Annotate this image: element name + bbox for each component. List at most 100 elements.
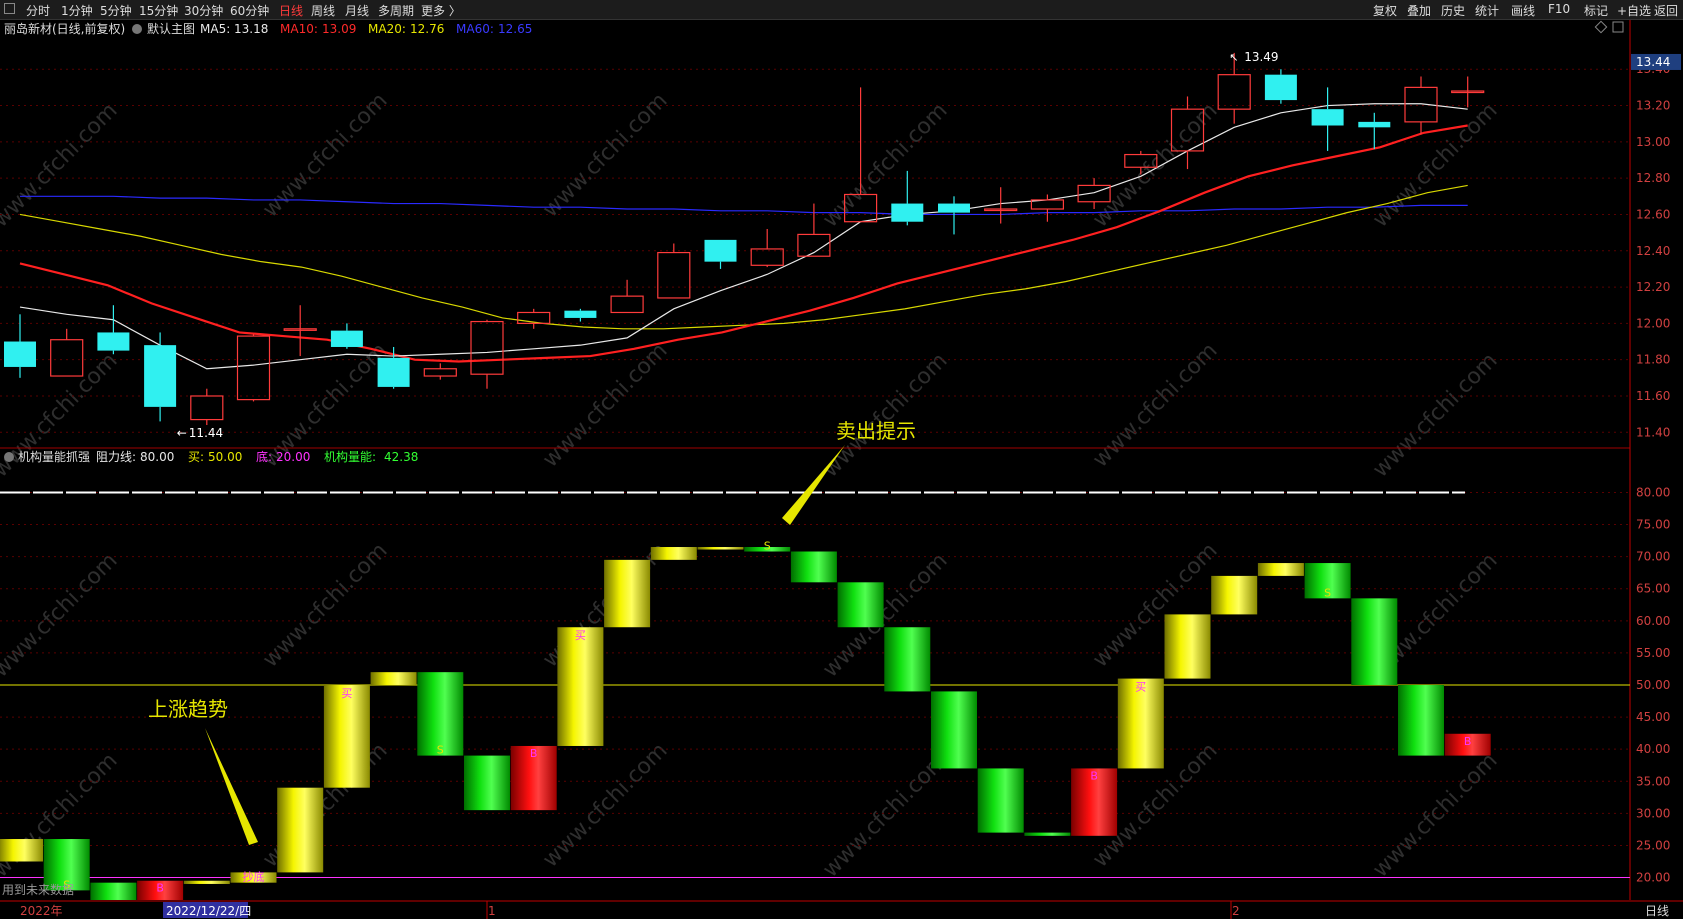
energy-block-yellow	[0, 839, 43, 862]
time-axis-cursor-date: 2022/12/22/四	[166, 904, 251, 918]
price-tick-label: 11.40	[1636, 425, 1670, 439]
current-price-label: 13.44	[1636, 55, 1670, 69]
toolbar-tab-8[interactable]: 月线	[345, 2, 369, 19]
candle-body-up	[50, 339, 84, 377]
energy-block-green	[1398, 685, 1444, 756]
candle-body-down	[1264, 74, 1297, 101]
price-tick-label: 12.40	[1636, 244, 1670, 258]
signal-label-buy: B	[1090, 769, 1098, 782]
signal-label-buy: B	[530, 747, 538, 760]
toolbar-right-5[interactable]: F10	[1548, 2, 1570, 16]
time-axis-year: 2022年	[20, 904, 63, 918]
toolbar-tab-6[interactable]: 日线	[279, 2, 303, 19]
toolbar-right-6[interactable]: 标记	[1584, 2, 1608, 19]
energy-block-green	[90, 882, 137, 900]
sub-tick-label: 35.00	[1636, 774, 1670, 788]
signal-label-buy: 买	[575, 629, 586, 642]
toolbar-right-8[interactable]: 返回	[1654, 2, 1678, 19]
indicator-title: 机构量能抓强	[18, 449, 90, 464]
indicator-param-value: 20.00	[276, 450, 310, 464]
toolbar-tab-5[interactable]: 60分钟	[230, 2, 269, 19]
watermark-text: www.cfchi.com	[1368, 748, 1502, 882]
future-data-notice: 用到未来数据	[2, 882, 74, 897]
pane-maximize-icon[interactable]	[1612, 21, 1624, 33]
sub-tick-label: 80.00	[1636, 485, 1670, 499]
candle-body-down	[144, 345, 177, 407]
ma-value: 13.18	[234, 22, 268, 36]
toolbar-tab-9[interactable]: 多周期	[378, 2, 414, 19]
sub-tick-label: 50.00	[1636, 678, 1670, 692]
toolbar-tab-7[interactable]: 周线	[311, 2, 335, 19]
toolbar-right-7[interactable]: +自选	[1617, 2, 1651, 19]
indicator-param-label: 底:	[256, 449, 272, 464]
price-tick-label: 11.80	[1636, 353, 1670, 367]
sell-hint-arrow	[782, 445, 845, 525]
toolbar-tab-0[interactable]: 分时	[26, 2, 50, 19]
candle-body-up	[470, 320, 504, 375]
price-tick-label: 12.20	[1636, 280, 1670, 294]
sub-tick-label: 60.00	[1636, 614, 1670, 628]
ma10-line	[19, 124, 1468, 363]
stock-title: 丽岛新材(日线,前复权)	[4, 21, 125, 36]
uptrend-arrow	[205, 728, 258, 845]
candle-body-up	[236, 335, 271, 401]
toolbar-right-2[interactable]: 历史	[1441, 2, 1465, 19]
ma-label: MA5:	[200, 22, 230, 36]
toolbar-right-1[interactable]: 叠加	[1407, 2, 1431, 19]
diamond-icon[interactable]	[1594, 20, 1608, 34]
candle-body-up	[1217, 74, 1251, 110]
template-toggle-icon[interactable]	[132, 24, 142, 34]
energy-block-green	[790, 551, 837, 583]
candle-body-down	[97, 332, 130, 351]
signal-label-buy: B	[1464, 735, 1472, 748]
low-price-label: 11.44	[189, 426, 223, 440]
sub-tick-label: 55.00	[1636, 646, 1670, 660]
high-arrow: ↖	[1229, 51, 1238, 64]
energy-block-green	[837, 582, 884, 628]
price-tick-label: 13.00	[1636, 135, 1670, 149]
energy-block-yellow	[604, 559, 651, 628]
time-axis-month: 1	[488, 904, 496, 918]
watermark-text: www.cfchi.com	[1368, 98, 1502, 232]
indicator-toggle-icon[interactable]	[4, 452, 14, 462]
signal-label-sell: S	[437, 744, 444, 757]
signal-label-buy: 买	[1135, 681, 1146, 694]
time-axis-month: 2	[1232, 904, 1240, 918]
toolbar-tab-4[interactable]: 30分钟	[184, 2, 223, 19]
watermark-text: www.cfchi.com	[1368, 348, 1502, 482]
watermark-text: www.cfchi.com	[538, 88, 672, 222]
indicator-param-label: 机构量能:	[324, 449, 376, 464]
toolbar-tab-3[interactable]: 15分钟	[139, 2, 178, 19]
ma5-line	[19, 103, 1468, 370]
energy-block-green	[884, 627, 931, 692]
high-price-label: 13.49	[1244, 50, 1278, 64]
sub-tick-label: 40.00	[1636, 742, 1670, 756]
low-arrow: ←	[177, 426, 187, 440]
indicator-param-label: 阻力线:	[96, 450, 136, 464]
sell-hint-annotation: 卖出提示	[836, 419, 916, 443]
toolbar-tab-10[interactable]: 更多 〉	[421, 2, 461, 19]
signal-label-buy: B	[156, 882, 164, 895]
toolbar-right-0[interactable]: 复权	[1373, 2, 1397, 19]
signal-label-sell: S	[764, 540, 771, 553]
sub-tick-label: 20.00	[1636, 871, 1670, 885]
toolbar-tab-1[interactable]: 1分钟	[61, 2, 93, 19]
energy-block-yellow	[1164, 614, 1211, 679]
ma-label: MA20:	[368, 22, 406, 36]
price-tick-label: 12.80	[1636, 171, 1670, 185]
candle-body-down	[377, 357, 410, 387]
energy-block-yellow	[1211, 575, 1258, 615]
toolbar-tab-2[interactable]: 5分钟	[100, 2, 132, 19]
toolbar-right-3[interactable]: 统计	[1475, 2, 1499, 19]
watermark-text: www.cfchi.com	[818, 348, 952, 482]
candle-body-down	[4, 341, 36, 367]
restore-window-icon[interactable]	[4, 3, 15, 14]
ma20-line	[19, 184, 1468, 330]
template-name: 默认主图	[147, 21, 195, 36]
toolbar-right-4[interactable]: 画线	[1511, 2, 1535, 19]
energy-block-yellow	[557, 627, 604, 746]
signal-label-buy: 抄底	[243, 870, 265, 884]
watermark-text: www.cfchi.com	[0, 548, 123, 682]
ma-value: 13.09	[322, 22, 356, 36]
sub-tick-label: 65.00	[1636, 582, 1670, 596]
